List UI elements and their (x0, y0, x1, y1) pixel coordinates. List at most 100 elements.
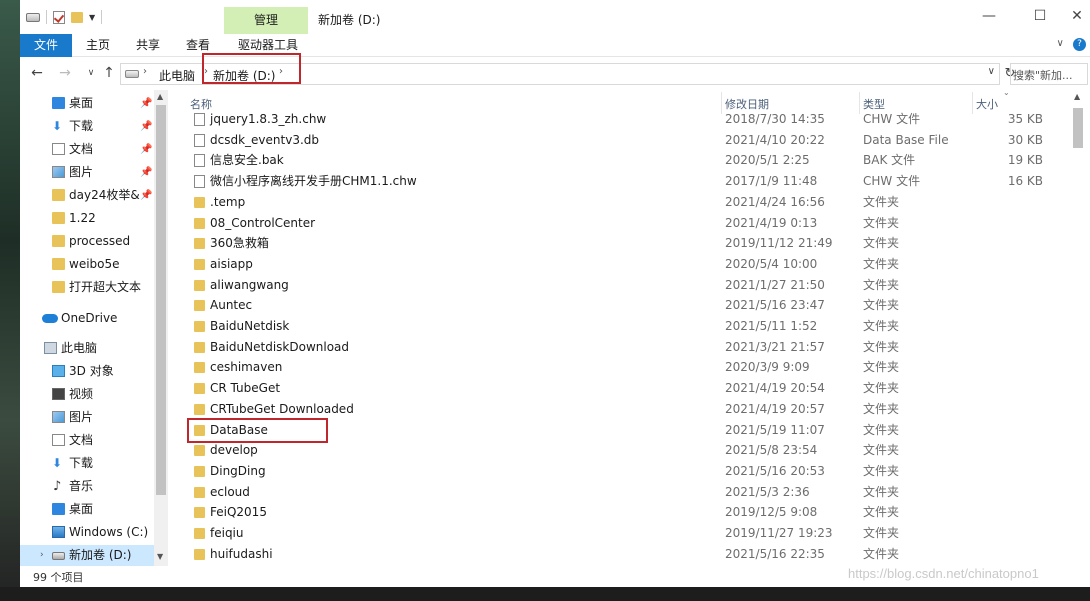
file-date: 2020/5/1 2:25 (725, 153, 810, 167)
table-row[interactable]: BaiduNetdisk 2021/5/11 1:52 文件夹 (168, 316, 1068, 337)
tab-manage[interactable]: 管理 (224, 7, 308, 34)
file-name: dcsdk_eventv3.db (210, 133, 319, 147)
nav-pane-scrollbar[interactable]: ▲ ▼ (154, 90, 168, 566)
nav-item-videos[interactable]: 视频 (20, 384, 156, 405)
table-row[interactable]: aliwangwang 2021/1/27 21:50 文件夹 (168, 275, 1068, 296)
table-row[interactable]: 信息安全.bak 2020/5/1 2:25 BAK 文件 19 KB (168, 150, 1068, 171)
folder-icon (194, 445, 205, 456)
search-input[interactable]: 搜索"新加... (1010, 63, 1088, 85)
nav-item-documents[interactable]: 文档 📌 (20, 139, 156, 160)
up-arrow-icon[interactable]: ↑ (100, 64, 118, 82)
nav-item-pc-downloads[interactable]: 下载 (20, 453, 156, 474)
table-row[interactable]: .temp 2021/4/24 16:56 文件夹 (168, 192, 1068, 213)
table-row[interactable]: FeiQ2015 2019/12/5 9:08 文件夹 (168, 502, 1068, 523)
table-row[interactable]: CRTubeGet Downloaded 2021/4/19 20:57 文件夹 (168, 399, 1068, 420)
table-row[interactable]: huifudashi 2021/5/16 22:35 文件夹 (168, 544, 1068, 565)
folder-icon (194, 507, 205, 518)
navigation-pane: 桌面 📌 下载 📌 文档 📌 图片 📌 day24枚举& 📌 1.22 (20, 90, 168, 566)
nav-item-weibo5e[interactable]: weibo5e (20, 254, 156, 275)
nav-item-downloads[interactable]: 下载 📌 (20, 116, 156, 137)
breadcrumb-this-pc[interactable]: 此电脑 (159, 67, 195, 84)
nav-item-drive-d[interactable]: › 新加卷 (D:) (20, 545, 156, 566)
nav-item-label: 下载 (69, 456, 94, 470)
nav-item-drive-c[interactable]: Windows (C:) (20, 522, 156, 543)
table-row[interactable]: Auntec 2021/5/16 23:47 文件夹 (168, 295, 1068, 316)
file-date: 2021/5/19 11:07 (725, 423, 825, 437)
nav-item-pictures[interactable]: 图片 📌 (20, 162, 156, 183)
nav-item-1-22[interactable]: 1.22 (20, 208, 156, 229)
table-row[interactable]: 08_ControlCenter 2021/4/19 0:13 文件夹 (168, 213, 1068, 234)
scroll-down-icon[interactable]: ▼ (157, 552, 163, 561)
nav-item-label: 桌面 (69, 502, 94, 516)
nav-item-desktop[interactable]: 桌面 📌 (20, 93, 156, 114)
table-row[interactable]: DingDing 2021/5/16 20:53 文件夹 (168, 461, 1068, 482)
chevron-right-icon[interactable]: › (143, 66, 147, 77)
tab-share[interactable]: 共享 (128, 34, 168, 57)
nav-item-label: 图片 (69, 165, 94, 179)
file-date: 2019/12/5 9:08 (725, 505, 818, 519)
file-type: 文件夹 (863, 360, 900, 374)
chevron-right-icon[interactable]: › (40, 545, 44, 566)
file-date: 2021/5/16 23:47 (725, 298, 825, 312)
tab-home[interactable]: 主页 (78, 34, 118, 57)
nav-item-pc-pictures[interactable]: 图片 (20, 407, 156, 428)
file-date: 2021/1/27 21:50 (725, 278, 825, 292)
back-arrow-icon[interactable]: ← (28, 64, 46, 82)
nav-item-this-pc[interactable]: 此电脑 (20, 338, 156, 359)
nav-item-3d-objects[interactable]: 3D 对象 (20, 361, 156, 382)
nav-item-processed[interactable]: processed (20, 231, 156, 252)
file-date: 2021/3/21 21:57 (725, 340, 825, 354)
expand-ribbon-icon[interactable]: ∨ (1056, 38, 1063, 49)
minimize-button[interactable]: — (966, 8, 1012, 24)
file-date: 2021/4/19 0:13 (725, 216, 818, 230)
close-button[interactable]: ✕ (1054, 8, 1090, 24)
customize-toolbar-icon[interactable]: ▼ (89, 13, 95, 22)
chevron-down-icon[interactable]: ∨ (988, 66, 995, 77)
file-type: 文件夹 (863, 381, 900, 395)
pin-icon: 📌 (140, 167, 153, 178)
table-row[interactable]: develop 2021/5/8 23:54 文件夹 (168, 440, 1068, 461)
table-row[interactable]: ecloud 2021/5/3 2:36 文件夹 (168, 482, 1068, 503)
file-date: 2019/11/27 19:23 (725, 526, 833, 540)
recent-locations-icon[interactable]: ∨ (82, 64, 100, 82)
nav-item-day24[interactable]: day24枚举& 📌 (20, 185, 156, 206)
nav-item-label: 此电脑 (61, 341, 98, 355)
file-list-scrollbar[interactable]: ▲ (1068, 90, 1090, 566)
scrollbar-thumb[interactable] (1073, 108, 1083, 148)
drive-icon (125, 70, 139, 78)
table-row[interactable]: 微信小程序离线开发手册CHM1.1.chw 2017/1/9 11:48 CHW 文… (168, 171, 1068, 192)
table-row[interactable]: dcsdk_eventv3.db 2021/4/10 20:22 Data Base… (168, 130, 1068, 151)
table-row[interactable]: feiqiu 2019/11/27 19:23 文件夹 (168, 523, 1068, 544)
folder-icon (194, 342, 205, 353)
table-row[interactable]: BaiduNetdiskDownload 2021/3/21 21:57 文件夹 (168, 337, 1068, 358)
forward-arrow-icon[interactable]: → (56, 64, 74, 82)
file-date: 2021/4/19 20:57 (725, 402, 825, 416)
file-type: BAK 文件 (863, 153, 916, 167)
file-name: jquery1.8.3_zh.chw (210, 112, 327, 126)
properties-icon[interactable] (53, 10, 65, 24)
new-folder-icon[interactable] (71, 11, 83, 23)
table-row[interactable]: CR TubeGet 2021/4/19 20:54 文件夹 (168, 378, 1068, 399)
navigation-bar: ← → ∨ ↑ › 此电脑 › 新加卷 (D:) › ∨ ↻ 搜索"新加... (20, 58, 1090, 90)
nav-item-pc-desktop[interactable]: 桌面 (20, 499, 156, 520)
nav-item-music[interactable]: 音乐 (20, 476, 156, 497)
file-date: 2020/5/4 10:00 (725, 257, 818, 271)
tab-file[interactable]: 文件 (20, 34, 72, 57)
scrollbar-thumb[interactable] (156, 105, 166, 495)
document-icon (52, 143, 65, 155)
scroll-up-icon[interactable]: ▲ (1074, 92, 1080, 101)
item-count: 99 个项目 (33, 571, 84, 584)
file-name: 360急救箱 (210, 236, 269, 250)
nav-item-onedrive[interactable]: OneDrive (20, 308, 156, 329)
table-row[interactable]: aisiapp 2020/5/4 10:00 文件夹 (168, 254, 1068, 275)
table-row[interactable]: 360急救箱 2019/11/12 21:49 文件夹 (168, 233, 1068, 254)
nav-item-pc-documents[interactable]: 文档 (20, 430, 156, 451)
pin-icon: 📌 (140, 121, 153, 132)
scroll-up-icon[interactable]: ▲ (157, 92, 163, 101)
table-row[interactable]: jquery1.8.3_zh.chw 2018/7/30 14:35 CHW 文件 3… (168, 109, 1068, 130)
help-icon[interactable]: ? (1073, 38, 1086, 51)
nav-item-big-text[interactable]: 打开超大文本 (20, 277, 156, 298)
file-icon (194, 154, 205, 167)
folder-icon (194, 362, 205, 373)
table-row[interactable]: ceshimaven 2020/3/9 9:09 文件夹 (168, 357, 1068, 378)
